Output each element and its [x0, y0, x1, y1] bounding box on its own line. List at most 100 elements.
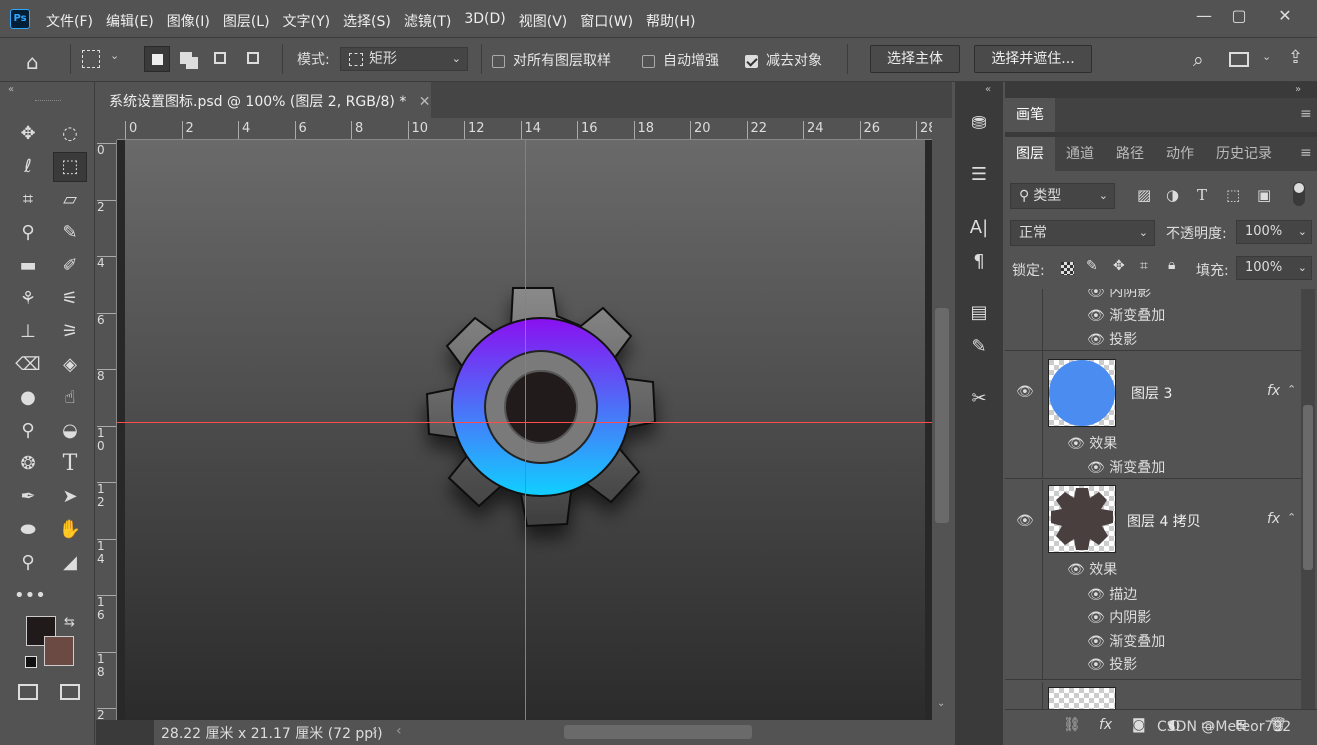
search-icon[interactable]: ⌕ [1193, 49, 1204, 71]
home-icon[interactable]: ⌂ [26, 50, 39, 74]
share-icon[interactable]: ⇪ [1288, 47, 1303, 68]
effects-group[interactable]: 👁︎ 效果 [1067, 433, 1117, 453]
collapse-effects-icon[interactable]: ⌃ [1287, 383, 1296, 396]
eye-icon[interactable]: 👁︎ [1087, 610, 1105, 626]
rotate-view-tool-icon[interactable]: ◢ [56, 549, 84, 577]
document-tab[interactable]: 系统设置图标.psd @ 100% (图层 2, RGB/8) * ✕ [96, 82, 431, 118]
lock-pixels-icon[interactable]: ✎ [1086, 258, 1098, 274]
healing-brush-tool-icon[interactable]: ⚟ [56, 285, 84, 313]
libraries-icon[interactable]: ⛃ [963, 109, 995, 139]
auto-enhance-checkbox[interactable]: 自动增强 [642, 50, 719, 70]
blend-mode-select[interactable]: 正常 ⌄ [1010, 220, 1155, 246]
subtract-object-checkbox[interactable]: 减去对象 [745, 50, 822, 70]
collapse-icon[interactable]: « [985, 84, 991, 95]
document-canvas[interactable] [117, 140, 932, 720]
horizontal-scroll-thumb[interactable] [564, 725, 752, 739]
effect-item[interactable]: 👁︎ 投影 [1087, 329, 1137, 349]
eye-icon[interactable]: 👁︎ [1087, 289, 1105, 300]
screen-mode-icon[interactable] [60, 684, 80, 700]
zoom-field[interactable] [96, 720, 154, 745]
crop-tool-icon[interactable]: ⌗ [14, 186, 42, 214]
panel-menu-icon[interactable]: ≡ [1300, 145, 1312, 161]
select-and-mask-button[interactable]: 选择并遮住... [974, 45, 1092, 73]
eye-icon[interactable]: 👁︎ [1087, 587, 1105, 603]
opacity-input[interactable]: 100% ⌄ [1236, 220, 1312, 244]
filter-shape-icon[interactable]: ⬚ [1226, 186, 1240, 204]
menu-select[interactable]: 选择(S) [343, 11, 391, 31]
glyphs-icon[interactable]: ▤ [963, 298, 995, 328]
minimize-icon[interactable]: — [1187, 6, 1221, 26]
effect-item[interactable]: 👁︎ 渐变叠加 [1087, 305, 1165, 325]
layer-row-layer3[interactable]: 👁︎ 图层 3 fx ⌃ 👁︎ 效果 👁︎ 渐变叠加 [1005, 351, 1305, 479]
quick-mask-icon[interactable] [18, 684, 38, 700]
properties-icon[interactable]: ☰ [963, 160, 995, 190]
tab-brush[interactable]: 画笔 [1005, 98, 1055, 132]
smudge-tool-icon[interactable]: ☝ [56, 384, 84, 412]
clone-stamp-tool-icon[interactable]: ⊥ [14, 318, 42, 346]
zoom-tool-icon[interactable]: ⚲ [14, 549, 42, 577]
menu-window[interactable]: 窗口(W) [580, 11, 633, 31]
scroll-thumb[interactable] [935, 308, 949, 523]
menu-filter[interactable]: 滤镜(T) [404, 11, 451, 31]
lock-position-icon[interactable]: ✥ [1113, 258, 1125, 274]
lock-transparent-icon[interactable] [1061, 262, 1074, 275]
collapse-effects-icon[interactable]: ⌃ [1287, 511, 1296, 524]
menu-help[interactable]: 帮助(H) [646, 11, 695, 31]
more-tools-icon[interactable]: ••• [14, 582, 46, 610]
swap-colors-icon[interactable]: ⇆ [64, 615, 75, 630]
path-selection-tool-icon[interactable]: ➤ [56, 483, 84, 511]
maximize-icon[interactable]: ▢ [1222, 6, 1256, 26]
chevron-down-icon[interactable]: ⌄ [110, 49, 119, 62]
character-icon[interactable]: A| [963, 213, 995, 243]
effect-item[interactable]: 👁︎ 描边 [1087, 584, 1137, 604]
intersect-selection-icon[interactable] [247, 52, 259, 64]
mode-select[interactable]: 矩形 ⌄ [340, 47, 468, 71]
frame-tool-icon[interactable]: ▱ [56, 186, 84, 214]
filter-adjustment-icon[interactable]: ◑ [1166, 186, 1179, 204]
dodge-tool-icon[interactable]: ⚲ [14, 417, 42, 445]
pattern-tool-icon[interactable]: ❂ [14, 450, 42, 478]
eye-icon[interactable]: 👁︎ [1067, 436, 1085, 452]
layer-name[interactable]: 图层 3 [1131, 383, 1172, 403]
eye-icon[interactable]: 👁︎ [1087, 308, 1105, 324]
effect-item[interactable]: 👁︎ 内阴影 [1087, 289, 1151, 301]
menu-layer[interactable]: 图层(L) [223, 11, 270, 31]
scroll-left-icon[interactable]: ‹ [396, 723, 402, 739]
layer-row-partial[interactable] [1005, 682, 1305, 709]
pen-tool-icon[interactable]: ✒ [14, 483, 42, 511]
collapse-icon[interactable]: » [1295, 84, 1301, 95]
effect-item[interactable]: 👁︎ 内阴影 [1087, 607, 1151, 627]
menu-view[interactable]: 视图(V) [519, 11, 568, 31]
notes-icon[interactable]: ✎ [963, 332, 995, 362]
default-colors-icon[interactable] [25, 656, 37, 668]
workspace-icon[interactable] [1229, 52, 1249, 67]
tab-history[interactable]: 历史记录 [1205, 137, 1283, 171]
filter-pixel-icon[interactable]: ▨ [1137, 186, 1151, 204]
menu-image[interactable]: 图像(I) [167, 11, 210, 31]
fx-indicator[interactable]: fx [1267, 511, 1280, 527]
chevron-down-icon[interactable]: ⌄ [1262, 50, 1271, 63]
object-selection-tool-icon[interactable]: ⬚ [53, 152, 87, 182]
eye-icon[interactable]: 👁︎ [1087, 657, 1105, 673]
lock-artboard-icon[interactable]: ⌗ [1140, 258, 1148, 274]
eye-icon[interactable]: 👁︎ [1087, 634, 1105, 650]
canvas-area[interactable] [117, 140, 932, 720]
layer-filter-select[interactable]: ⚲ 类型 ⌄ [1010, 183, 1115, 209]
fill-input[interactable]: 100% ⌄ [1236, 256, 1312, 280]
history-brush-tool-icon[interactable]: ⚘ [14, 285, 42, 313]
select-subject-button[interactable]: 选择主体 [870, 45, 960, 73]
panel-menu-icon[interactable]: ≡ [1300, 106, 1312, 122]
menu-type[interactable]: 文字(Y) [283, 11, 330, 31]
subtract-selection-icon[interactable] [214, 52, 226, 64]
eraser-tool-icon[interactable]: ⌫ [14, 351, 42, 379]
paragraph-icon[interactable]: ¶ [963, 247, 995, 277]
layer-row-layer4-copy[interactable]: 👁︎ 图层 4 拷贝 fx ⌃ 👁︎ 效果 👁︎ 描边 👁︎ 内阴影 👁︎ 渐变… [1005, 480, 1305, 680]
brush-tool-icon[interactable]: ✎ [56, 219, 84, 247]
eye-icon[interactable]: 👁︎ [1067, 562, 1085, 578]
sponge-tool-icon[interactable]: ◒ [56, 417, 84, 445]
pencil-tool-icon[interactable]: ✐ [56, 252, 84, 280]
blur-tool-icon[interactable]: ● [14, 384, 42, 412]
move-tool-icon[interactable]: ✥ [14, 120, 42, 148]
art-history-brush-tool-icon[interactable]: ⚞ [56, 318, 84, 346]
eye-icon[interactable]: 👁︎ [1016, 513, 1034, 529]
